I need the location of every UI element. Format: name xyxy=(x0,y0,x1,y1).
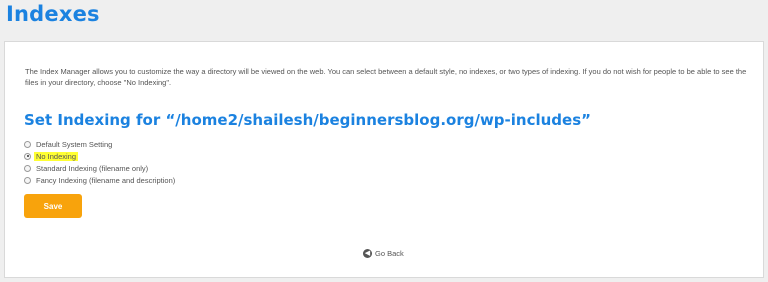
arrow-left-circle-icon: ◀ xyxy=(363,249,372,258)
option-standard-indexing[interactable]: Standard Indexing (filename only) xyxy=(24,162,175,174)
content-panel: The Index Manager allows you to customiz… xyxy=(4,41,764,278)
set-indexing-heading: Set Indexing for “/home2/shailesh/beginn… xyxy=(24,111,591,129)
option-label: Default System Setting xyxy=(36,139,113,149)
go-back-label: Go Back xyxy=(375,249,404,258)
save-button[interactable]: Save xyxy=(24,194,82,218)
option-label: Standard Indexing (filename only) xyxy=(36,163,149,173)
radio-fancy-indexing[interactable] xyxy=(24,176,31,184)
option-fancy-indexing[interactable]: Fancy Indexing (filename and description… xyxy=(24,174,175,186)
go-back-link[interactable]: ◀ Go Back xyxy=(363,249,404,258)
indexing-options: Default System Setting No Indexing Stand… xyxy=(24,138,175,186)
radio-default-system-setting[interactable] xyxy=(24,140,31,148)
option-default-system-setting[interactable]: Default System Setting xyxy=(24,138,175,150)
description-text: The Index Manager allows you to customiz… xyxy=(25,67,747,87)
radio-no-indexing[interactable] xyxy=(24,152,31,160)
page-title: Indexes xyxy=(6,2,100,26)
option-label: Fancy Indexing (filename and description… xyxy=(36,175,176,185)
option-label: No Indexing xyxy=(34,151,79,161)
indexes-page: Indexes The Index Manager allows you to … xyxy=(0,0,768,282)
radio-standard-indexing[interactable] xyxy=(24,164,31,172)
option-no-indexing[interactable]: No Indexing xyxy=(24,150,175,162)
